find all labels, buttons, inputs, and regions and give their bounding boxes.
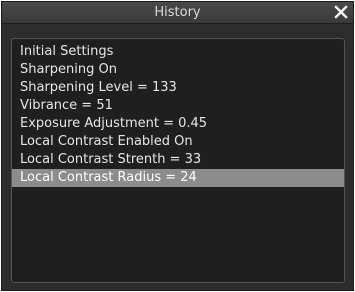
window-title: History [154, 5, 201, 20]
history-item-exposure-adjustment[interactable]: Exposure Adjustment = 0.45 [12, 115, 344, 133]
close-icon [334, 5, 348, 19]
title-bar[interactable]: History [2, 2, 353, 24]
history-window: History Initial Settings Sharpening On S… [1, 1, 354, 291]
history-list[interactable]: Initial Settings Sharpening On Sharpenin… [11, 38, 345, 283]
history-item-vibrance[interactable]: Vibrance = 51 [12, 97, 344, 115]
history-item-sharpening-on[interactable]: Sharpening On [12, 61, 344, 79]
history-item-initial-settings[interactable]: Initial Settings [12, 43, 344, 61]
history-item-sharpening-level[interactable]: Sharpening Level = 133 [12, 79, 344, 97]
history-list-items: Initial Settings Sharpening On Sharpenin… [12, 39, 344, 187]
history-item-local-contrast-enabled[interactable]: Local Contrast Enabled On [12, 133, 344, 151]
history-item-local-contrast-radius[interactable]: Local Contrast Radius = 24 [12, 169, 344, 187]
close-button[interactable] [333, 4, 349, 20]
history-item-local-contrast-strength[interactable]: Local Contrast Strenth = 33 [12, 151, 344, 169]
